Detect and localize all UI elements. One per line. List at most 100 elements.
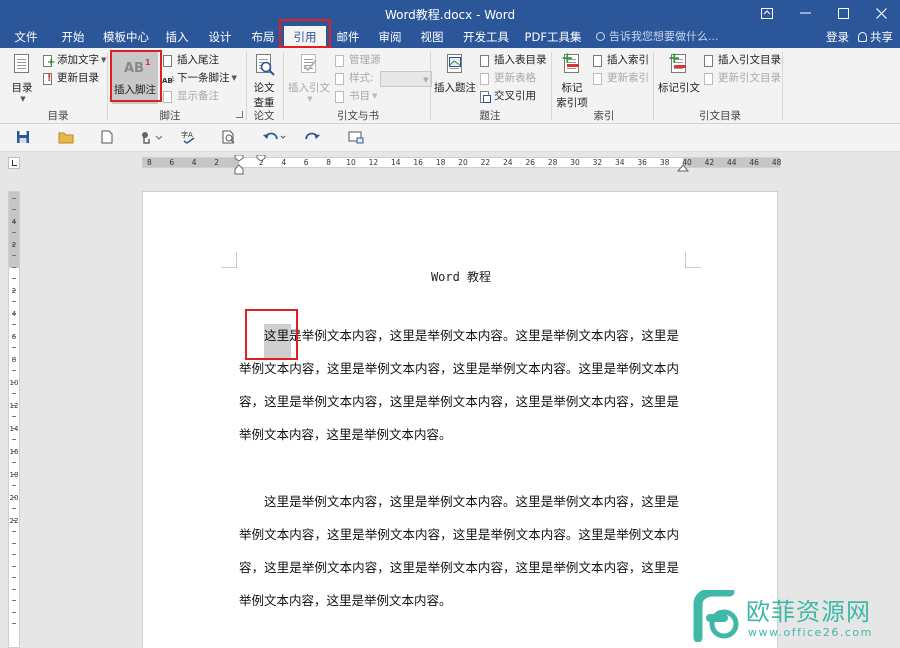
vertical-ruler-number: 16 <box>9 448 19 456</box>
ruler-tick <box>12 485 16 487</box>
ruler-number: 2 <box>214 158 219 167</box>
ruler-tick <box>12 577 16 579</box>
ruler-tick <box>12 519 16 521</box>
mark-entry-icon: + <box>559 49 585 78</box>
spelling-check-icon[interactable]: 字A <box>181 130 197 146</box>
paper-check-button[interactable]: 论文 查重 <box>250 52 278 110</box>
insert-caption-button[interactable]: 插入题注 <box>434 52 476 95</box>
tab-developer[interactable]: 开发工具 <box>458 26 514 48</box>
redo-icon[interactable] <box>305 130 321 146</box>
tab-mailings[interactable]: 邮件 <box>330 26 366 48</box>
ribbon-display-options-icon[interactable] <box>748 0 786 26</box>
tab-view[interactable]: 视图 <box>414 26 450 48</box>
save-icon[interactable] <box>16 130 32 146</box>
tab-file[interactable]: 文件 <box>8 26 44 48</box>
vertical-ruler-number: 20 <box>9 494 19 502</box>
footnote-dialog-launcher[interactable] <box>236 111 243 118</box>
indent-marker-icon[interactable] <box>232 155 246 177</box>
style-dropdown[interactable]: ▼ <box>379 70 432 87</box>
vertical-ruler-number: 6 <box>11 333 17 341</box>
next-footnote-button[interactable]: AB 1 下一条脚注 ▼ <box>162 70 237 87</box>
cross-reference-button[interactable]: 交叉引用 <box>479 88 536 105</box>
first-line-indent-icon[interactable] <box>255 155 267 163</box>
ruler-number: 30 <box>570 158 580 167</box>
paragraph-1[interactable]: 这里是举例文本内容，这里是举例文本内容。这里是举例文本内容，这里是举例文本内容，… <box>239 319 679 451</box>
ruler-tick <box>12 496 16 498</box>
highlight-insert-footnote <box>110 50 162 102</box>
update-toa-button[interactable]: 更新引文目录 <box>703 70 781 87</box>
ruler-tick <box>12 508 16 510</box>
touch-mode-icon[interactable] <box>140 130 164 146</box>
insert-toa-button[interactable]: 插入引文目录 <box>703 52 781 69</box>
tab-home[interactable]: 开始 <box>54 26 92 48</box>
ruler-tick <box>12 209 16 211</box>
vertical-ruler-number: 4 <box>11 310 17 318</box>
maximize-icon[interactable] <box>824 0 862 26</box>
insert-citation-button[interactable]: 插入引文 ▼ <box>288 52 330 103</box>
print-preview-icon[interactable] <box>222 130 238 146</box>
paragraph-2[interactable]: 这里是举例文本内容，这里是举例文本内容。这里是举例文本内容，这里是举例文本内容，… <box>239 485 679 617</box>
ruler-number: 4 <box>191 158 197 167</box>
update-toc-icon: ! <box>42 72 54 85</box>
update-index-button[interactable]: 更新索引 <box>592 70 649 87</box>
open-folder-icon[interactable] <box>58 130 74 146</box>
tab-review[interactable]: 审阅 <box>372 26 408 48</box>
add-text-icon: + <box>42 54 55 67</box>
new-document-icon[interactable] <box>101 130 117 146</box>
svg-text:字A: 字A <box>181 130 193 139</box>
citation-style-select[interactable]: 样式: ▼ <box>334 70 432 87</box>
index-group-label: 索引 <box>593 110 615 122</box>
ruler-tick <box>12 427 16 429</box>
tab-insert[interactable]: 插入 <box>160 26 194 48</box>
update-table-button[interactable]: 更新表格 <box>479 70 536 87</box>
close-icon[interactable] <box>862 0 900 26</box>
minimize-icon[interactable] <box>786 0 824 26</box>
insert-endnote-button[interactable]: 插入尾注 <box>162 52 219 69</box>
page-header[interactable]: Word 教程 <box>143 268 779 285</box>
mark-citation-button[interactable]: + 标记引文 <box>658 49 700 95</box>
tab-pdf-tools[interactable]: PDF工具集 <box>520 26 586 48</box>
tab-design[interactable]: 设计 <box>202 26 238 48</box>
horizontal-ruler[interactable]: 8 6 4 2 2 4 6 8 10 12 14 16 18 20 22 24 26 28 30 32 34 36 38 40… <box>142 155 782 175</box>
ruler-number: 42 <box>704 158 715 167</box>
screenshot-icon[interactable] <box>348 130 364 146</box>
title-bar: Word教程.docx - Word <box>0 0 900 26</box>
right-indent-icon[interactable] <box>676 162 690 172</box>
ruler-number: 48 <box>771 158 782 167</box>
add-text-button[interactable]: + 添加文字 ▼ <box>42 52 106 69</box>
ruler-number: 8 <box>147 158 152 167</box>
login-button[interactable]: 登录 <box>826 26 849 48</box>
office26-logo-icon <box>693 590 739 642</box>
ruler-tick <box>12 450 16 452</box>
ruler-tick <box>12 255 16 257</box>
document-page[interactable]: Word 教程 这里是举例文本内容，这里是举例文本内容。这里是举例文本内容，这里… <box>142 191 778 648</box>
ruler-number: 46 <box>749 158 759 167</box>
mark-entry-button[interactable]: + 标记 索引项 <box>556 49 588 110</box>
header-crop-mark-right <box>685 252 701 268</box>
tab-layout[interactable]: 布局 <box>246 26 280 48</box>
insert-index-icon <box>592 54 604 67</box>
show-notes-button[interactable]: 显示备注 <box>162 88 219 105</box>
tab-selector-icon[interactable] <box>8 157 20 169</box>
insert-citation-icon <box>296 52 322 78</box>
ruler-tick <box>12 289 16 291</box>
vertical-ruler[interactable]: 4 2 2 4 6 8 10 12 14 16 18 20 22 <box>8 191 20 648</box>
ruler-tick <box>12 393 16 395</box>
tab-template-center[interactable]: 模板中心 <box>100 26 152 48</box>
undo-icon[interactable] <box>262 130 288 146</box>
share-button[interactable]: 共享 <box>858 26 893 48</box>
ruler-number: 6 <box>303 158 309 167</box>
toc-button[interactable]: 目录 ▼ <box>8 52 36 103</box>
tell-me-box[interactable]: 告诉我您想要做什么... <box>596 26 719 48</box>
watermark-url: www.office26.com <box>748 626 873 639</box>
insert-table-of-figures-button[interactable]: 插入表目录 <box>479 52 547 69</box>
ruler-tick <box>12 439 16 441</box>
ruler-number: 34 <box>615 158 625 167</box>
manage-sources-button[interactable]: 管理源 <box>334 52 381 69</box>
insert-index-button[interactable]: 插入索引 <box>592 52 649 69</box>
table-of-figures-icon <box>479 54 491 67</box>
ruler-tick <box>12 243 16 245</box>
bibliography-button[interactable]: 书目 ▼ <box>334 88 377 105</box>
update-toc-button[interactable]: ! 更新目录 <box>42 70 99 87</box>
ruler-number: 36 <box>637 158 647 167</box>
